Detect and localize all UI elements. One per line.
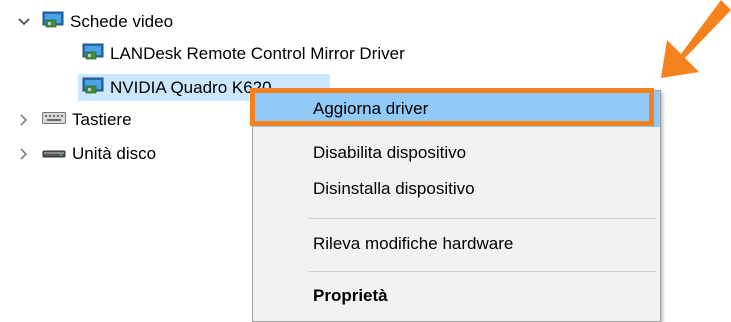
display-adapter-icon <box>42 11 64 34</box>
disk-drive-icon <box>42 144 66 164</box>
tree-node-nvidia-quadro[interactable]: NVIDIA Quadro K620 <box>82 76 272 100</box>
menu-item-scan-hardware[interactable]: Rileva modifiche hardware <box>253 226 660 262</box>
menu-separator <box>309 271 656 272</box>
tree-node-label: Tastiere <box>72 110 132 129</box>
tree-node-tastiere[interactable]: Tastiere <box>16 108 132 132</box>
menu-item-label: Disinstalla dispositivo <box>313 179 475 198</box>
tree-node-landesk-driver[interactable]: LANDesk Remote Control Mirror Driver <box>82 42 405 66</box>
annotation-arrow-icon <box>661 0 731 78</box>
tree-node-label: Schede video <box>70 12 174 31</box>
menu-item-label: Proprietà <box>313 286 388 305</box>
chevron-right-icon[interactable] <box>16 112 32 128</box>
tree-node-label: LANDesk Remote Control Mirror Driver <box>110 44 405 63</box>
display-adapter-icon <box>82 77 104 100</box>
keyboard-icon <box>42 110 66 130</box>
menu-item-label: Rileva modifiche hardware <box>313 234 514 253</box>
chevron-right-icon[interactable] <box>16 146 32 162</box>
menu-item-uninstall-device[interactable]: Disinstalla dispositivo <box>253 171 660 207</box>
menu-separator <box>309 218 656 219</box>
tree-node-schede-video[interactable]: Schede video <box>16 10 173 34</box>
tree-node-label: Unità disco <box>72 144 157 163</box>
menu-item-label: Disabilita dispositivo <box>313 143 467 162</box>
chevron-down-icon[interactable] <box>16 14 32 30</box>
display-adapter-icon <box>82 43 104 66</box>
menu-item-properties[interactable]: Proprietà <box>253 278 660 314</box>
menu-item-disable-device[interactable]: Disabilita dispositivo <box>253 135 660 171</box>
annotation-highlight-box <box>250 88 654 126</box>
tree-node-label: NVIDIA Quadro K620 <box>110 78 272 97</box>
tree-node-unita-disco[interactable]: Unità disco <box>16 142 156 166</box>
